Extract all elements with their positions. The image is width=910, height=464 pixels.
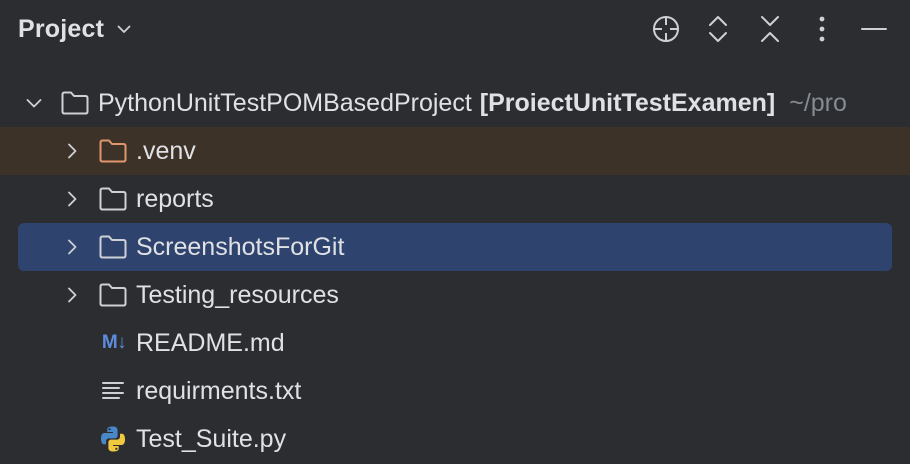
chevron-right-icon[interactable] [60, 187, 84, 211]
tree-item-label: requirments.txt [136, 377, 302, 405]
python-file-icon [98, 425, 128, 453]
tool-window-title: Project [18, 14, 105, 43]
collapse-all-icon[interactable] [751, 10, 789, 48]
project-view-selector[interactable]: Project [18, 12, 134, 46]
tree-item-label: Testing_resources [136, 281, 339, 309]
folder-icon [60, 89, 90, 117]
project-name: PythonUnitTestPOMBasedProject [98, 89, 472, 117]
excluded-folder-icon [98, 137, 128, 165]
tree-item-label: README.md [136, 329, 285, 357]
module-name: [ProiectUnitTestExamen] [479, 89, 776, 117]
minimize-icon[interactable] [855, 10, 893, 48]
chevron-right-icon[interactable] [60, 235, 84, 259]
project-path: ~/pro [789, 89, 847, 117]
tree-item-readme[interactable]: M↓ README.md [0, 319, 910, 367]
tree-item-label: .venv [136, 137, 196, 165]
tree-item-label: reports [136, 185, 214, 213]
tree-item-venv[interactable]: .venv [0, 127, 910, 175]
chevron-down-icon [114, 19, 134, 39]
tree-item-label: Test_Suite.py [136, 425, 287, 453]
tool-window-header: Project [0, 0, 910, 58]
project-tool-window: Project PythonUnitTestPOMBasedProject [P… [0, 0, 910, 464]
tree-root-row[interactable]: PythonUnitTestPOMBasedProject [ProiectUni… [0, 79, 910, 127]
tree-item-testing-resources[interactable]: Testing_resources [0, 271, 910, 319]
chevron-right-icon[interactable] [60, 139, 84, 163]
folder-icon [98, 233, 128, 261]
chevron-down-icon[interactable] [22, 91, 46, 115]
chevron-right-icon[interactable] [60, 283, 84, 307]
project-tree: PythonUnitTestPOMBasedProject [ProiectUni… [0, 79, 910, 463]
text-file-icon [98, 377, 128, 405]
locate-icon[interactable] [647, 10, 685, 48]
tree-item-requirments[interactable]: requirments.txt [0, 367, 910, 415]
expand-all-icon[interactable] [699, 10, 737, 48]
tree-item-reports[interactable]: reports [0, 175, 910, 223]
folder-icon [98, 281, 128, 309]
tree-item-test-suite[interactable]: Test_Suite.py [0, 415, 910, 463]
more-options-icon[interactable] [803, 10, 841, 48]
folder-icon [98, 185, 128, 213]
tree-item-label: ScreenshotsForGit [136, 233, 345, 261]
tree-item-screenshotsforgit[interactable]: ScreenshotsForGit [0, 223, 910, 271]
tree-root-label: PythonUnitTestPOMBasedProject [ProiectUni… [98, 79, 847, 127]
markdown-icon: M↓ [101, 332, 127, 353]
